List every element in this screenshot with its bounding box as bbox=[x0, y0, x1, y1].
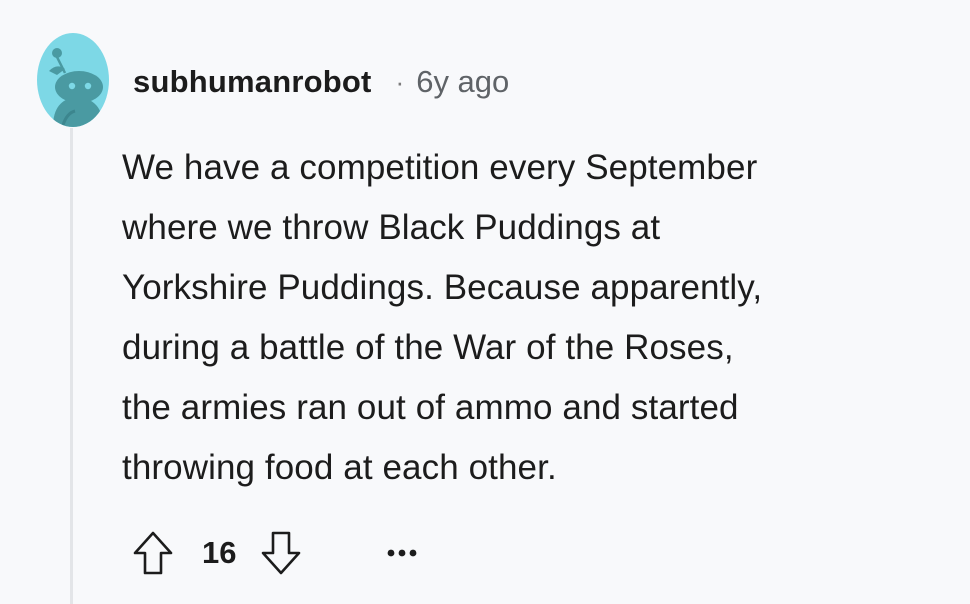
comment-body: We have a competition every September wh… bbox=[122, 138, 942, 498]
more-options-button[interactable] bbox=[382, 533, 422, 573]
vote-score: 16 bbox=[202, 535, 237, 570]
comment-body-line: We have a competition every September bbox=[122, 148, 758, 187]
comment-header: subhumanrobot · 6y ago bbox=[133, 60, 509, 104]
upvote-arrow-icon bbox=[133, 531, 173, 575]
username[interactable]: subhumanrobot bbox=[133, 64, 372, 100]
timestamp[interactable]: 6y ago bbox=[416, 64, 509, 100]
snoo-avatar-icon bbox=[37, 33, 109, 127]
comment: subhumanrobot · 6y ago We have a competi… bbox=[0, 0, 970, 604]
downvote-arrow-icon bbox=[262, 531, 301, 575]
avatar[interactable] bbox=[37, 33, 109, 127]
more-options-icon bbox=[388, 549, 417, 557]
comment-body-line: throwing food at each other. bbox=[122, 448, 557, 487]
comment-body-line: Yorkshire Puddings. Because apparently, bbox=[122, 268, 763, 307]
upvote-button[interactable] bbox=[130, 528, 176, 578]
comment-body-line: the armies ran out of ammo and started bbox=[122, 388, 739, 427]
comment-actions: 16 bbox=[130, 527, 422, 579]
comment-body-line: during a battle of the War of the Roses, bbox=[122, 328, 734, 367]
downvote-button[interactable] bbox=[258, 528, 304, 578]
separator-dot: · bbox=[395, 66, 405, 97]
thread-line[interactable] bbox=[70, 128, 73, 604]
comment-body-line: where we throw Black Puddings at bbox=[122, 208, 661, 247]
